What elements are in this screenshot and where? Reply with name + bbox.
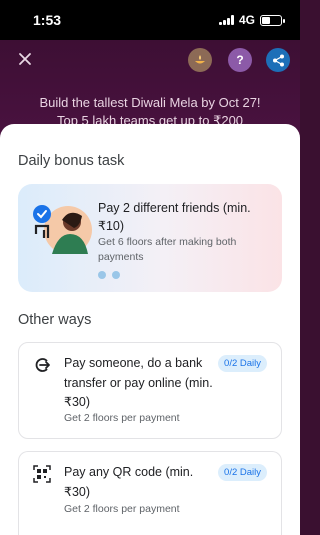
status-indicators: 4G	[218, 13, 285, 27]
way-card-qr-code[interactable]: Pay any QR code (min. ₹30) Get 2 floors …	[18, 451, 282, 535]
daily-count-badge: 0/2 Daily	[218, 464, 267, 481]
status-time: 1:53	[33, 12, 62, 28]
network-type: 4G	[238, 13, 255, 27]
way-title: Pay any QR code (min. ₹30)	[64, 465, 194, 499]
progress-dots	[98, 271, 120, 279]
bonus-task-title: Pay 2 different friends (min. ₹10)	[98, 201, 251, 233]
friend-payment-illustration	[33, 205, 92, 254]
diya-button[interactable]	[188, 48, 212, 72]
diya-icon	[195, 55, 205, 64]
help-icon: ?	[236, 53, 244, 67]
progress-dot	[98, 271, 106, 279]
daily-bonus-card[interactable]: Pay 2 different friends (min. ₹10) Get 6…	[18, 184, 282, 292]
way-title: Pay someone, do a bank transfer or pay o…	[64, 356, 213, 409]
daily-count-badge: 0/2 Daily	[218, 355, 267, 372]
qr-code-icon	[33, 465, 51, 483]
progress-dot	[112, 271, 120, 279]
way-subtitle: Get 2 floors per payment	[64, 503, 180, 515]
signal-icon	[218, 15, 234, 25]
status-bar: 1:53 4G	[0, 0, 300, 40]
share-button[interactable]	[266, 48, 290, 72]
bottom-sheet: Daily bonus task Pay 2 different friends…	[0, 124, 300, 535]
help-button[interactable]: ?	[228, 48, 252, 72]
way-subtitle: Get 2 floors per payment	[64, 412, 180, 424]
bonus-task-subtitle: Get 6 floors after making both payments	[98, 236, 237, 263]
daily-bonus-title: Daily bonus task	[18, 153, 125, 169]
share-icon	[272, 54, 284, 66]
other-ways-title: Other ways	[18, 312, 92, 328]
way-card-pay-someone[interactable]: Pay someone, do a bank transfer or pay o…	[18, 342, 282, 439]
banner-headline: Build the tallest Diwali Mela by Oct 27!	[39, 95, 261, 110]
battery-icon	[260, 14, 285, 26]
close-icon	[19, 53, 31, 65]
payment-arrow-icon	[35, 358, 50, 372]
battery-level	[262, 16, 271, 24]
close-button[interactable]	[16, 50, 34, 68]
